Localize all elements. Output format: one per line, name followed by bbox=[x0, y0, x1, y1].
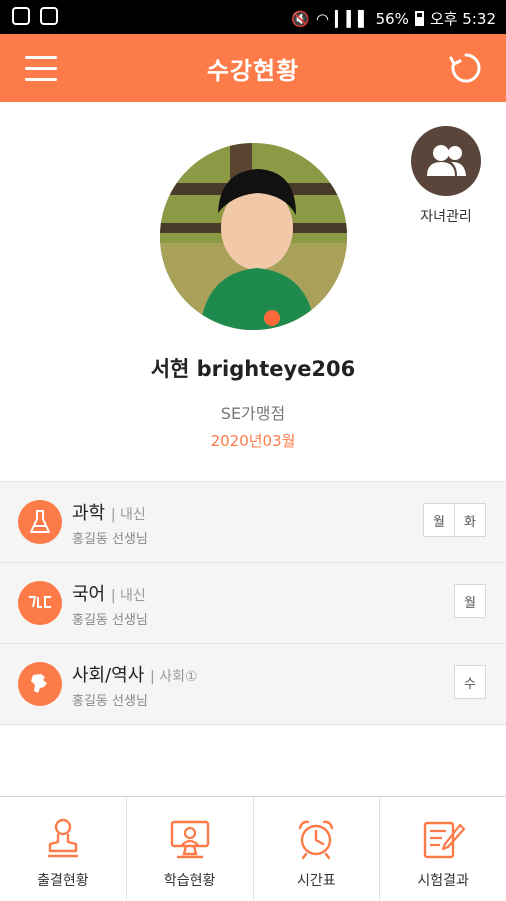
nav-timetable-label: 시간표 bbox=[297, 873, 336, 889]
course-teacher: 홍길동 선생님 bbox=[72, 613, 148, 628]
course-subject: 국어 bbox=[72, 584, 106, 605]
course-days: 월 bbox=[454, 584, 486, 618]
nav-test-results-label: 시험결과 bbox=[417, 873, 469, 889]
people-icon bbox=[427, 145, 466, 176]
day-badge: 수 bbox=[454, 665, 486, 699]
course-type: | 내신 bbox=[110, 588, 146, 604]
course-days: 수 bbox=[454, 665, 486, 699]
course-teacher: 홍길동 선생님 bbox=[72, 694, 148, 709]
children-management-label: 자녀관리 bbox=[420, 209, 472, 225]
current-month: 2020년03월 bbox=[210, 432, 296, 450]
stamp-icon bbox=[47, 818, 79, 858]
wifi-icon: ◠ bbox=[315, 9, 329, 28]
battery-percent: 56% bbox=[375, 9, 409, 28]
refresh-icon[interactable] bbox=[448, 50, 484, 86]
course-days: 월 화 bbox=[423, 503, 486, 537]
student-name: 서현 brighteye206 bbox=[150, 357, 356, 381]
course-subject: 과학 bbox=[72, 503, 106, 524]
day-badge: 월 bbox=[423, 503, 455, 537]
mute-icon: 🔇 bbox=[291, 9, 310, 28]
test-paper-icon bbox=[423, 821, 466, 859]
battery-icon bbox=[414, 11, 424, 26]
course-list: 과학 | 내신 홍길동 선생님 월 화 국어 | 내신 홍길동 선생님 월 사회… bbox=[0, 481, 506, 725]
signal-icon: ▎▍▌ bbox=[334, 9, 370, 28]
hangul-icon bbox=[18, 581, 62, 625]
nav-learning-label: 학습현황 bbox=[163, 873, 216, 889]
course-row-korean[interactable]: 국어 | 내신 홍길동 선생님 월 bbox=[0, 563, 506, 644]
bottom-navigation: 출결현황 학습현황 시간표 시험결과 bbox=[0, 796, 506, 901]
nav-learning[interactable]: 학습현황 bbox=[127, 797, 254, 901]
children-management-button[interactable] bbox=[411, 126, 481, 196]
device-notification-icon bbox=[40, 7, 58, 25]
beaker-icon bbox=[18, 500, 62, 544]
course-title: 국어 | 내신 bbox=[72, 580, 146, 606]
nav-timetable[interactable]: 시간표 bbox=[254, 797, 381, 901]
course-row-social-history[interactable]: 사회/역사 | 사회① 홍길동 선생님 수 bbox=[0, 644, 506, 725]
monitor-icon bbox=[170, 820, 209, 859]
branch-name: SE가맹점 bbox=[220, 404, 286, 423]
status-bar: 🔇 ◠ ▎▍▌ 56% 오후 5:32 bbox=[0, 0, 506, 34]
course-type: | 사회① bbox=[150, 669, 198, 685]
course-subject: 사회/역사 bbox=[72, 665, 145, 686]
nav-attendance[interactable]: 출결현황 bbox=[0, 797, 127, 901]
course-row-science[interactable]: 과학 | 내신 홍길동 선생님 월 화 bbox=[0, 482, 506, 563]
nav-test-results[interactable]: 시험결과 bbox=[380, 797, 506, 901]
profile-photo bbox=[160, 143, 347, 330]
course-type: | 내신 bbox=[110, 507, 146, 523]
clock: 오후 5:32 bbox=[429, 10, 496, 28]
system-status: 🔇 ◠ ▎▍▌ 56% 오후 5:32 bbox=[291, 8, 496, 29]
map-icon bbox=[18, 662, 62, 706]
course-teacher: 홍길동 선생님 bbox=[72, 532, 148, 547]
nav-attendance-label: 출결현황 bbox=[37, 873, 89, 889]
page-title: 수강현황 bbox=[206, 57, 300, 85]
day-badge: 월 bbox=[454, 584, 486, 618]
notification-icons bbox=[12, 7, 58, 25]
course-title: 사회/역사 | 사회① bbox=[72, 661, 198, 687]
alarm-clock-icon bbox=[299, 820, 334, 860]
app-notification-icon bbox=[12, 7, 30, 25]
course-title: 과학 | 내신 bbox=[72, 499, 146, 525]
app-header: 수강현황 bbox=[0, 34, 506, 102]
day-badge: 화 bbox=[454, 503, 486, 537]
